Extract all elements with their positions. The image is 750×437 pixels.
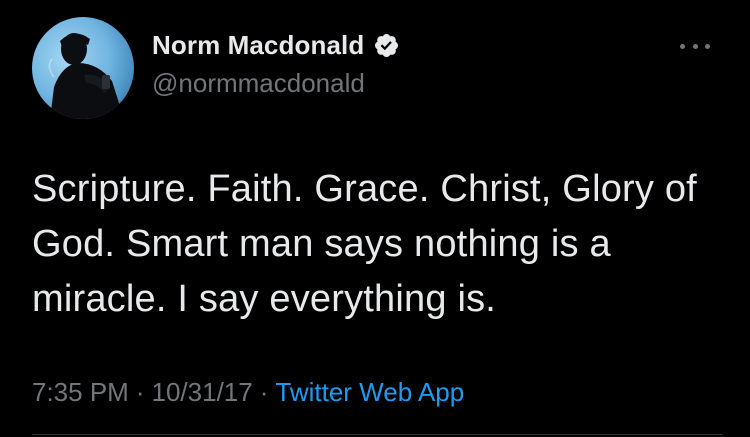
tweet-source-link[interactable]: Twitter Web App bbox=[275, 377, 464, 408]
author-display-name[interactable]: Norm Macdonald bbox=[152, 30, 364, 61]
author-name-row[interactable]: Norm Macdonald bbox=[152, 30, 400, 61]
meta-separator: · bbox=[259, 377, 269, 407]
author-avatar[interactable] bbox=[32, 17, 134, 119]
more-dot bbox=[705, 43, 710, 49]
tweet-meta: 7:35 PM · 10/31/17 · Twitter Web App bbox=[32, 377, 464, 408]
divider bbox=[32, 434, 722, 435]
tweet-card: Norm Macdonald @normmacdonald Scripture.… bbox=[0, 0, 750, 437]
more-dot bbox=[692, 43, 698, 49]
verified-badge-icon bbox=[375, 33, 399, 58]
more-dot bbox=[680, 43, 685, 49]
more-options-icon[interactable] bbox=[680, 40, 710, 52]
tweet-body-text: Scripture. Faith. Grace. Christ, Glory o… bbox=[32, 168, 697, 320]
tweet-date[interactable]: 10/31/17 bbox=[152, 377, 253, 408]
author-handle[interactable]: @normmacdonald bbox=[152, 68, 365, 99]
meta-separator: · bbox=[135, 377, 145, 407]
tweet-time[interactable]: 7:35 PM bbox=[32, 377, 129, 408]
avatar-photo-icon bbox=[32, 17, 134, 119]
